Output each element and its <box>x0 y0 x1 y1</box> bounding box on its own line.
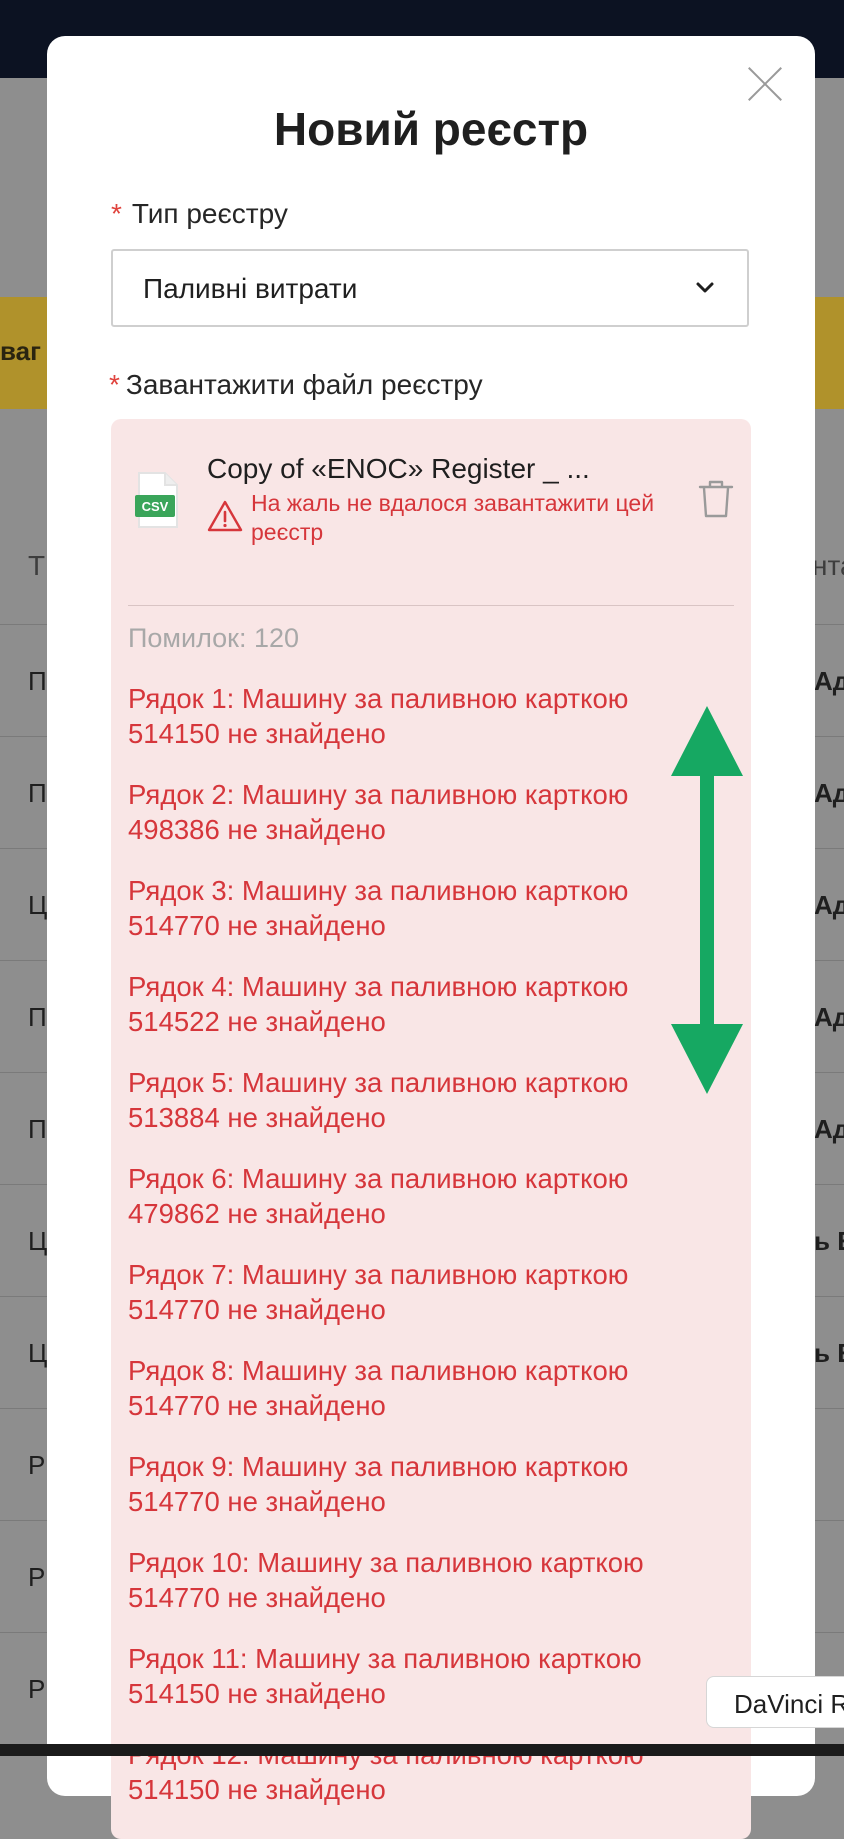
error-list-item: Рядок 4: Машину за паливною карткою 5145… <box>128 971 629 1037</box>
error-list-item: Рядок 11: Машину за паливною карткою 514… <box>128 1643 642 1709</box>
background-row-divider <box>815 1184 844 1185</box>
csv-file-icon: CSV <box>135 472 178 528</box>
bottom-strip <box>0 1744 844 1756</box>
background-table-cell: П <box>28 666 47 696</box>
background-table-cell: Р <box>28 1450 46 1480</box>
registry-type-label: * Тип реєстру <box>111 198 288 230</box>
error-list-item: Рядок 9: Машину за паливною карткою 5147… <box>128 1451 629 1517</box>
davinci-chip[interactable]: DaVinci R <box>706 1676 844 1728</box>
background-table-cell: Ц <box>28 1226 48 1256</box>
background-row-divider <box>815 1072 844 1073</box>
background-table-cell: Р <box>28 1562 46 1592</box>
error-list-item: Рядок 3: Машину за паливною карткою 5147… <box>128 875 629 941</box>
background-table-cell: Ад <box>814 1002 844 1032</box>
uploaded-file-panel: CSV Copy of «ENOC» Register _ ... На жал… <box>111 419 751 1839</box>
background-column-header: Т <box>28 550 46 581</box>
background-row-divider <box>815 960 844 961</box>
background-banner-text: ваг <box>0 336 41 366</box>
background-table-cell: П <box>28 778 47 808</box>
error-list-item: Рядок 1: Машину за паливною карткою 5141… <box>128 683 629 749</box>
background-table-cell: Ц <box>28 1338 48 1368</box>
background-table-cell: Р <box>28 1674 46 1704</box>
background-row-divider <box>0 1072 47 1073</box>
error-count: Помилок: 120 <box>128 623 300 653</box>
required-marker: * <box>111 198 122 229</box>
registry-type-value: Паливні витрати <box>143 273 358 304</box>
background-row-divider <box>815 1520 844 1521</box>
upload-file-label-text: Завантажити файл реєстру <box>125 369 483 400</box>
background-table-cell: П <box>28 1002 47 1032</box>
background-table-cell: П <box>28 1114 47 1144</box>
upload-file-label: * Завантажити файл реєстру <box>109 369 483 401</box>
background-row-divider <box>815 1408 844 1409</box>
background-row-divider <box>0 1296 47 1297</box>
background-table-cell: Ад <box>814 890 844 920</box>
error-list-item: Рядок 10: Машину за паливною карткою 514… <box>128 1547 644 1613</box>
background-table-cell: Ц <box>28 890 48 920</box>
error-list-item: Рядок 8: Машину за паливною карткою 5147… <box>128 1355 629 1421</box>
warning-icon <box>207 500 243 532</box>
file-name: Copy of «ENOC» Register _ ... <box>207 453 590 484</box>
background-column-header-right: нта <box>812 550 844 581</box>
required-marker: * <box>109 369 120 400</box>
background-row-divider <box>0 1632 47 1633</box>
background-row-divider <box>0 848 47 849</box>
background-table-cell: Ад <box>814 778 844 808</box>
error-list-item: Рядок 7: Машину за паливною карткою 5147… <box>128 1259 629 1325</box>
background-table-cell: ь Е <box>814 1338 844 1368</box>
new-registry-modal: Новий реєстр * Тип реєстру Паливні витрат… <box>47 36 815 1839</box>
file-upload-error: На жаль не вдалося завантажити цей реєст… <box>251 490 655 545</box>
divider <box>128 605 734 606</box>
background-row-divider <box>0 736 47 737</box>
chevron-down-icon <box>696 282 714 293</box>
background-row-divider <box>815 736 844 737</box>
modal-title: Новий реєстр <box>273 103 589 155</box>
registry-type-label-text: Тип реєстру <box>131 198 288 229</box>
error-list-item: Рядок 5: Машину за паливною карткою 5138… <box>128 1067 629 1133</box>
background-row-divider <box>0 960 47 961</box>
csv-badge: CSV <box>142 499 169 514</box>
background-table-cell: Ад <box>814 1114 844 1144</box>
error-list-item: Рядок 6: Машину за паливною карткою 4798… <box>128 1163 629 1229</box>
close-icon[interactable] <box>745 64 785 104</box>
background-row-divider <box>815 1296 844 1297</box>
background-row-divider <box>815 1632 844 1633</box>
background-table-cell: Ад <box>814 666 844 696</box>
error-list-item: Рядок 2: Машину за паливною карткою 4983… <box>128 779 629 845</box>
trash-icon[interactable] <box>697 479 735 519</box>
background-table-cell: ь Е <box>814 1226 844 1256</box>
background-row-divider <box>815 624 844 625</box>
background-row-divider <box>0 1520 47 1521</box>
background-row-divider <box>0 1184 47 1185</box>
background-row-divider <box>0 1408 47 1409</box>
background-row-divider <box>0 624 47 625</box>
error-list: Рядок 1: Машину за паливною карткою 5141… <box>128 681 668 1833</box>
double-arrow-icon <box>671 706 743 1094</box>
background-row-divider <box>815 848 844 849</box>
registry-type-select[interactable]: Паливні витрати <box>111 249 749 327</box>
